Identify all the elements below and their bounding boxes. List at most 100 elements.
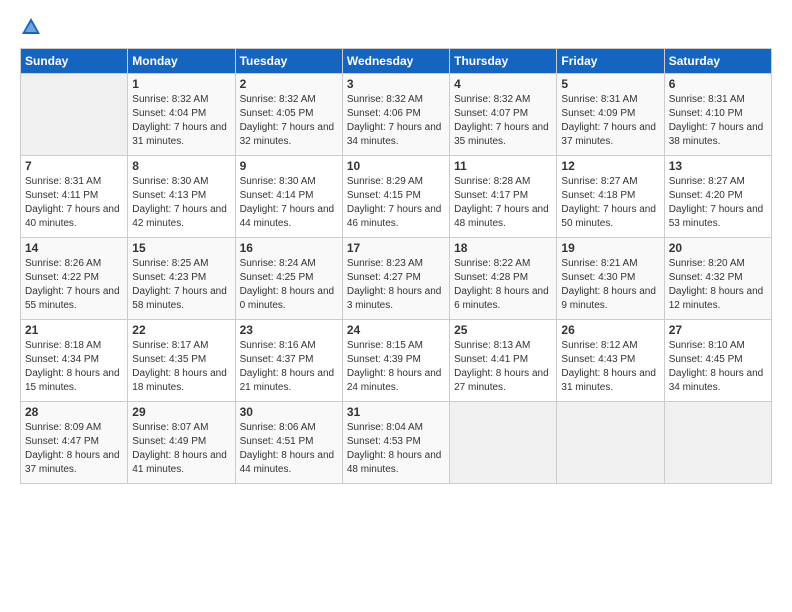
- day-number: 18: [454, 241, 552, 255]
- day-number: 19: [561, 241, 659, 255]
- day-cell: 1 Sunrise: 8:32 AMSunset: 4:04 PMDaylight…: [128, 74, 235, 156]
- day-number: 16: [240, 241, 338, 255]
- day-number: 23: [240, 323, 338, 337]
- day-cell: [450, 402, 557, 484]
- week-row-0: 1 Sunrise: 8:32 AMSunset: 4:04 PMDaylight…: [21, 74, 772, 156]
- day-info: Sunrise: 8:24 AMSunset: 4:25 PMDaylight:…: [240, 257, 338, 313]
- day-cell: 26 Sunrise: 8:12 AMSunset: 4:43 PMDayligh…: [557, 320, 664, 402]
- day-number: 21: [25, 323, 123, 337]
- day-cell: 25 Sunrise: 8:13 AMSunset: 4:41 PMDayligh…: [450, 320, 557, 402]
- day-info: Sunrise: 8:20 AMSunset: 4:32 PMDaylight:…: [669, 257, 767, 313]
- day-number: 14: [25, 241, 123, 255]
- day-info: Sunrise: 8:21 AMSunset: 4:30 PMDaylight:…: [561, 257, 659, 313]
- day-cell: 13 Sunrise: 8:27 AMSunset: 4:20 PMDayligh…: [664, 156, 771, 238]
- day-info: Sunrise: 8:26 AMSunset: 4:22 PMDaylight:…: [25, 257, 123, 313]
- day-cell: 27Sunrise: 8:10 AMSunset: 4:45 PMDayligh…: [664, 320, 771, 402]
- day-info: Sunrise: 8:16 AMSunset: 4:37 PMDaylight:…: [240, 339, 338, 395]
- day-number: 29: [132, 405, 230, 419]
- day-number: 30: [240, 405, 338, 419]
- day-info: Sunrise: 8:31 AMSunset: 4:09 PMDaylight:…: [561, 93, 659, 149]
- day-info: Sunrise: 8:30 AMSunset: 4:14 PMDaylight:…: [240, 175, 338, 231]
- day-info: Sunrise: 8:27 AMSunset: 4:20 PMDaylight:…: [669, 175, 767, 231]
- day-number: 31: [347, 405, 445, 419]
- day-info: Sunrise: 8:32 AMSunset: 4:07 PMDaylight:…: [454, 93, 552, 149]
- day-info: Sunrise: 8:32 AMSunset: 4:04 PMDaylight:…: [132, 93, 230, 149]
- day-info: Sunrise: 8:07 AMSunset: 4:49 PMDaylight:…: [132, 421, 230, 477]
- day-info: Sunrise: 8:32 AMSunset: 4:06 PMDaylight:…: [347, 93, 445, 149]
- day-cell: 4Sunrise: 8:32 AMSunset: 4:07 PMDaylight…: [450, 74, 557, 156]
- day-info: Sunrise: 8:12 AMSunset: 4:43 PMDaylight:…: [561, 339, 659, 395]
- day-info: Sunrise: 8:22 AMSunset: 4:28 PMDaylight:…: [454, 257, 552, 313]
- day-number: 2: [240, 77, 338, 91]
- day-number: 13: [669, 159, 767, 173]
- day-info: Sunrise: 8:25 AMSunset: 4:23 PMDaylight:…: [132, 257, 230, 313]
- day-cell: 20 Sunrise: 8:20 AMSunset: 4:32 PMDayligh…: [664, 238, 771, 320]
- day-number: 17: [347, 241, 445, 255]
- day-number: 27: [669, 323, 767, 337]
- week-row-4: 28 Sunrise: 8:09 AMSunset: 4:47 PMDayligh…: [21, 402, 772, 484]
- week-row-2: 14 Sunrise: 8:26 AMSunset: 4:22 PMDayligh…: [21, 238, 772, 320]
- day-number: 15: [132, 241, 230, 255]
- day-number: 9: [240, 159, 338, 173]
- header-cell-thursday: Thursday: [450, 49, 557, 74]
- day-cell: 7Sunrise: 8:31 AMSunset: 4:11 PMDaylight…: [21, 156, 128, 238]
- day-info: Sunrise: 8:30 AMSunset: 4:13 PMDaylight:…: [132, 175, 230, 231]
- day-cell: 31Sunrise: 8:04 AMSunset: 4:53 PMDayligh…: [342, 402, 449, 484]
- day-info: Sunrise: 8:15 AMSunset: 4:39 PMDaylight:…: [347, 339, 445, 395]
- day-cell: [21, 74, 128, 156]
- calendar-header: SundayMondayTuesdayWednesdayThursdayFrid…: [21, 49, 772, 74]
- day-number: 10: [347, 159, 445, 173]
- day-number: 11: [454, 159, 552, 173]
- day-number: 7: [25, 159, 123, 173]
- day-cell: [557, 402, 664, 484]
- day-cell: 5 Sunrise: 8:31 AMSunset: 4:09 PMDaylight…: [557, 74, 664, 156]
- header-cell-wednesday: Wednesday: [342, 49, 449, 74]
- day-info: Sunrise: 8:29 AMSunset: 4:15 PMDaylight:…: [347, 175, 445, 231]
- day-info: Sunrise: 8:18 AMSunset: 4:34 PMDaylight:…: [25, 339, 123, 395]
- day-cell: 3 Sunrise: 8:32 AMSunset: 4:06 PMDaylight…: [342, 74, 449, 156]
- day-cell: 21 Sunrise: 8:18 AMSunset: 4:34 PMDayligh…: [21, 320, 128, 402]
- day-cell: 12Sunrise: 8:27 AMSunset: 4:18 PMDayligh…: [557, 156, 664, 238]
- day-info: Sunrise: 8:09 AMSunset: 4:47 PMDaylight:…: [25, 421, 123, 477]
- day-cell: 6 Sunrise: 8:31 AMSunset: 4:10 PMDaylight…: [664, 74, 771, 156]
- day-info: Sunrise: 8:27 AMSunset: 4:18 PMDaylight:…: [561, 175, 659, 231]
- day-cell: 8 Sunrise: 8:30 AMSunset: 4:13 PMDaylight…: [128, 156, 235, 238]
- header: [20, 16, 772, 38]
- week-row-1: 7Sunrise: 8:31 AMSunset: 4:11 PMDaylight…: [21, 156, 772, 238]
- day-cell: 2 Sunrise: 8:32 AMSunset: 4:05 PMDaylight…: [235, 74, 342, 156]
- day-number: 1: [132, 77, 230, 91]
- day-number: 20: [669, 241, 767, 255]
- calendar-body: 1 Sunrise: 8:32 AMSunset: 4:04 PMDaylight…: [21, 74, 772, 484]
- day-cell: 11 Sunrise: 8:28 AMSunset: 4:17 PMDayligh…: [450, 156, 557, 238]
- day-number: 28: [25, 405, 123, 419]
- day-number: 22: [132, 323, 230, 337]
- day-number: 8: [132, 159, 230, 173]
- day-cell: 9 Sunrise: 8:30 AMSunset: 4:14 PMDaylight…: [235, 156, 342, 238]
- day-info: Sunrise: 8:13 AMSunset: 4:41 PMDaylight:…: [454, 339, 552, 395]
- day-info: Sunrise: 8:23 AMSunset: 4:27 PMDaylight:…: [347, 257, 445, 313]
- header-cell-monday: Monday: [128, 49, 235, 74]
- day-info: Sunrise: 8:32 AMSunset: 4:05 PMDaylight:…: [240, 93, 338, 149]
- day-info: Sunrise: 8:28 AMSunset: 4:17 PMDaylight:…: [454, 175, 552, 231]
- day-cell: 18 Sunrise: 8:22 AMSunset: 4:28 PMDayligh…: [450, 238, 557, 320]
- header-cell-saturday: Saturday: [664, 49, 771, 74]
- day-cell: 23 Sunrise: 8:16 AMSunset: 4:37 PMDayligh…: [235, 320, 342, 402]
- day-number: 6: [669, 77, 767, 91]
- day-cell: 10 Sunrise: 8:29 AMSunset: 4:15 PMDayligh…: [342, 156, 449, 238]
- day-cell: 22Sunrise: 8:17 AMSunset: 4:35 PMDayligh…: [128, 320, 235, 402]
- day-cell: 15 Sunrise: 8:25 AMSunset: 4:23 PMDayligh…: [128, 238, 235, 320]
- calendar-table: SundayMondayTuesdayWednesdayThursdayFrid…: [20, 48, 772, 484]
- logo-icon: [20, 16, 42, 38]
- day-number: 26: [561, 323, 659, 337]
- day-number: 3: [347, 77, 445, 91]
- day-cell: 28 Sunrise: 8:09 AMSunset: 4:47 PMDayligh…: [21, 402, 128, 484]
- day-info: Sunrise: 8:31 AMSunset: 4:10 PMDaylight:…: [669, 93, 767, 149]
- day-cell: 17 Sunrise: 8:23 AMSunset: 4:27 PMDayligh…: [342, 238, 449, 320]
- day-number: 25: [454, 323, 552, 337]
- week-row-3: 21 Sunrise: 8:18 AMSunset: 4:34 PMDayligh…: [21, 320, 772, 402]
- day-number: 5: [561, 77, 659, 91]
- header-cell-sunday: Sunday: [21, 49, 128, 74]
- day-cell: 30Sunrise: 8:06 AMSunset: 4:51 PMDayligh…: [235, 402, 342, 484]
- header-cell-friday: Friday: [557, 49, 664, 74]
- logo: [20, 16, 46, 38]
